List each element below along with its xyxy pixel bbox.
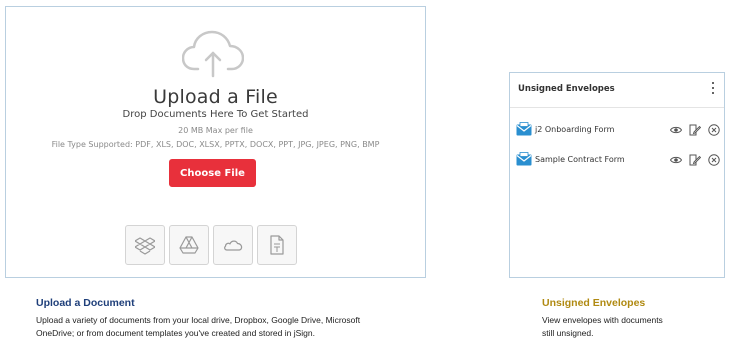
unsigned-envelopes-panel: Unsigned Envelopes j2 Onboarding Form Sa… [509,72,725,278]
eye-icon [669,156,683,164]
envelope-name: j2 Onboarding Form [535,124,615,134]
close-circle-icon [708,154,720,166]
view-button[interactable] [669,153,683,165]
envelope-name: Sample Contract Form [535,154,625,164]
choose-file-button[interactable]: Choose File [169,159,256,187]
envelope-item[interactable]: j2 Onboarding Form [516,120,720,138]
envelopes-caption-line: View envelopes with documents [542,315,663,325]
upload-caption-body: Upload a variety of documents from your … [36,314,360,340]
delete-button[interactable] [708,153,720,166]
upload-caption-line: Upload a variety of documents from your … [36,315,361,325]
dropbox-button[interactable] [125,225,165,265]
onedrive-icon [224,240,243,251]
dropbox-icon [135,237,155,255]
envelope-item[interactable]: Sample Contract Form [516,150,720,168]
divider [510,107,724,108]
envelopes-caption-title: Unsigned Envelopes [542,297,646,309]
sign-button[interactable] [689,123,702,136]
view-button[interactable] [669,123,683,135]
onedrive-button[interactable] [213,225,253,265]
upload-dropzone[interactable]: Upload a File Drop Documents Here To Get… [5,6,426,278]
google-drive-icon [179,236,199,254]
envelopes-panel-title: Unsigned Envelopes [518,84,615,94]
sign-document-icon [689,124,702,136]
upload-subtitle: Drop Documents Here To Get Started [122,109,309,120]
envelopes-caption-line: still unsigned. [542,328,594,338]
google-drive-button[interactable] [169,225,209,265]
sign-button[interactable] [689,153,702,166]
file-types-text: File Type Supported: PDF, XLS, DOC, XLSX… [51,140,380,149]
max-size-text: 20 MB Max per file [178,126,253,135]
upload-title: Upload a File [153,86,278,108]
delete-button[interactable] [708,123,720,136]
document-template-icon [270,235,284,255]
close-circle-icon [708,124,720,136]
upload-caption-line: OneDrive; or from document templates you… [36,328,315,338]
template-button[interactable] [257,225,297,265]
more-options-icon[interactable] [710,82,716,94]
envelope-icon [516,152,532,166]
upload-caption-title: Upload a Document [36,297,135,309]
eye-icon [669,126,683,134]
sign-document-icon [689,154,702,166]
envelope-icon [516,122,532,136]
envelopes-caption-body: View envelopes with documents still unsi… [542,314,663,340]
cloud-upload-icon [182,30,244,78]
